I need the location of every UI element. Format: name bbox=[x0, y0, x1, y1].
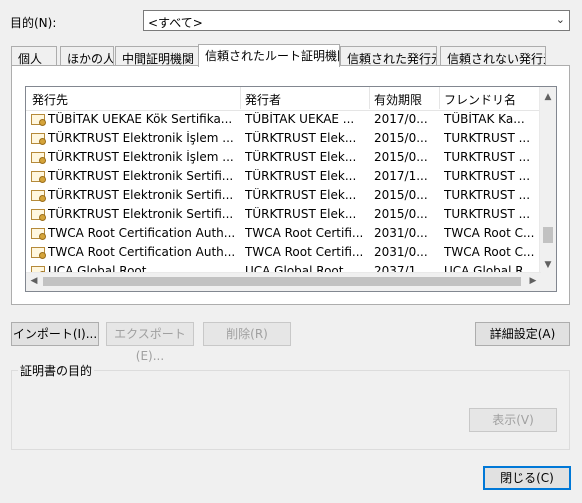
certificate-store-tabs: 個人 ほかの人 中間証明機関 信頼されたルート証明機関 信頼された発行元 信頼さ… bbox=[11, 44, 571, 67]
tab-untrusted-publishers[interactable]: 信頼されない発行元 bbox=[440, 46, 546, 66]
certificate-icon bbox=[31, 190, 46, 202]
tab-personal[interactable]: 個人 bbox=[11, 46, 57, 66]
close-button[interactable]: 閉じる(C) bbox=[483, 466, 571, 490]
certificate-icon bbox=[31, 152, 46, 164]
certificate-list[interactable]: 発行先 発行者 有効期限 フレンドリ名 TÜBİTAK UEKAE Kök Se… bbox=[25, 86, 557, 292]
table-row[interactable]: TÜRKTRUST Elektronik Sertifi... TÜRKTRUST… bbox=[26, 186, 541, 205]
tab-other-people[interactable]: ほかの人 bbox=[60, 46, 114, 66]
column-header-friendly-name[interactable]: フレンドリ名 bbox=[444, 91, 516, 108]
certificate-icon bbox=[31, 209, 46, 221]
certificate-icon bbox=[31, 228, 46, 240]
scrollbar-corner bbox=[540, 273, 556, 291]
table-row[interactable]: TÜRKTRUST Elektronik İşlem ... TÜRKTRUST … bbox=[26, 148, 541, 167]
certificate-purpose-title: 証明書の目的 bbox=[18, 362, 95, 379]
scroll-down-icon[interactable]: ▼ bbox=[540, 257, 556, 273]
tab-trusted-publishers[interactable]: 信頼された発行元 bbox=[340, 46, 437, 66]
column-header-issued-by[interactable]: 発行者 bbox=[245, 91, 281, 108]
chevron-down-icon: ⌄ bbox=[555, 13, 565, 26]
purpose-dropdown-value: <すべて> bbox=[148, 16, 203, 30]
tab-intermediate-ca[interactable]: 中間証明機関 bbox=[115, 46, 199, 66]
view-button[interactable]: 表示(V) bbox=[469, 408, 557, 432]
table-row[interactable]: TÜRKTRUST Elektronik Sertifi... TÜRKTRUST… bbox=[26, 205, 541, 224]
vertical-scrollbar[interactable]: ▲ ▼ bbox=[539, 87, 556, 273]
certificate-icon bbox=[31, 133, 46, 145]
advanced-button[interactable]: 詳細設定(A) bbox=[475, 322, 570, 346]
tab-trusted-root-ca[interactable]: 信頼されたルート証明機関 bbox=[198, 44, 340, 67]
table-row[interactable]: TWCA Root Certification Auth... TWCA Root… bbox=[26, 243, 541, 262]
scroll-right-icon[interactable]: ▶ bbox=[525, 273, 541, 290]
table-row[interactable]: TÜRKTRUST Elektronik İşlem ... TÜRKTRUST … bbox=[26, 129, 541, 148]
table-row[interactable]: TWCA Root Certification Auth... TWCA Root… bbox=[26, 224, 541, 243]
scroll-left-icon[interactable]: ◀ bbox=[26, 273, 42, 290]
certificate-icon bbox=[31, 171, 46, 183]
remove-button[interactable]: 削除(R) bbox=[203, 322, 291, 346]
export-button[interactable]: エクスポート(E)... bbox=[106, 322, 194, 363]
column-header-expiration[interactable]: 有効期限 bbox=[374, 91, 422, 108]
scroll-up-icon[interactable]: ▲ bbox=[540, 89, 556, 105]
purpose-label: 目的(N): bbox=[10, 16, 57, 30]
import-button[interactable]: インポート(I)... bbox=[11, 322, 99, 346]
list-rows: TÜBİTAK UEKAE Kök Sertifika... TÜBİTAK UE… bbox=[26, 110, 541, 273]
table-row[interactable]: TÜRKTRUST Elektronik Sertifi... TÜRKTRUST… bbox=[26, 167, 541, 186]
horizontal-scrollbar[interactable]: ◀ ▶ bbox=[26, 272, 541, 291]
list-header: 発行先 発行者 有効期限 フレンドリ名 bbox=[26, 87, 541, 111]
table-row[interactable]: TÜBİTAK UEKAE Kök Sertifika... TÜBİTAK UE… bbox=[26, 110, 541, 129]
vertical-scroll-thumb[interactable] bbox=[543, 227, 553, 243]
purpose-dropdown[interactable]: <すべて> ⌄ bbox=[143, 10, 570, 31]
certificate-icon bbox=[31, 247, 46, 259]
horizontal-scroll-thumb[interactable] bbox=[43, 277, 521, 286]
column-header-issued-to[interactable]: 発行先 bbox=[32, 91, 68, 108]
certificate-icon bbox=[31, 114, 46, 126]
